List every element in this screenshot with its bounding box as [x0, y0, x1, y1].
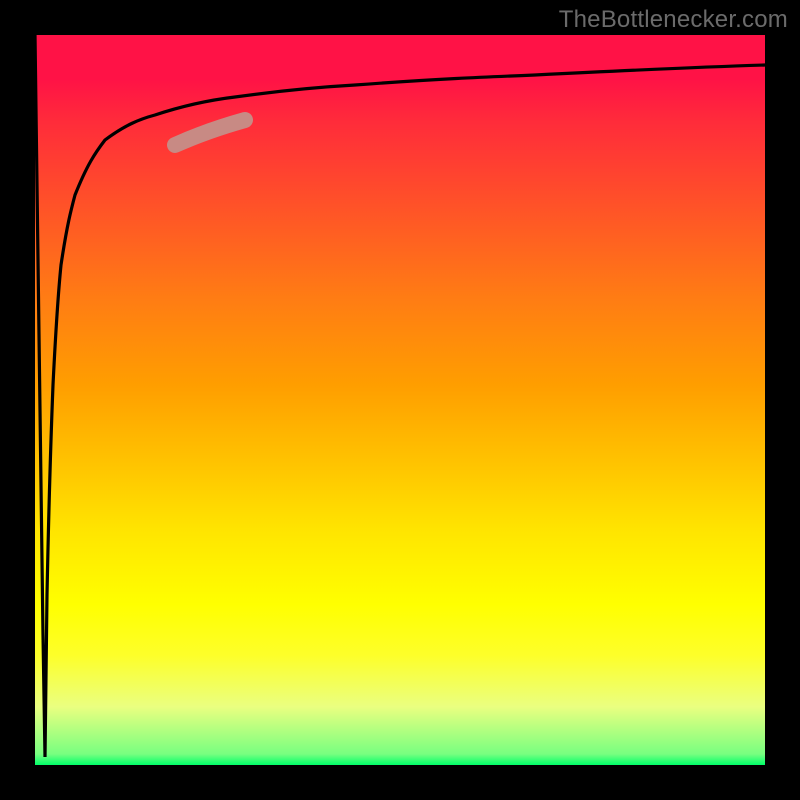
- plot-area: [35, 35, 765, 765]
- watermark-text: TheBottlenecker.com: [559, 6, 788, 34]
- bottleneck-curve: [35, 35, 765, 757]
- highlight-segment: [175, 120, 245, 145]
- curve-layer: [35, 35, 765, 765]
